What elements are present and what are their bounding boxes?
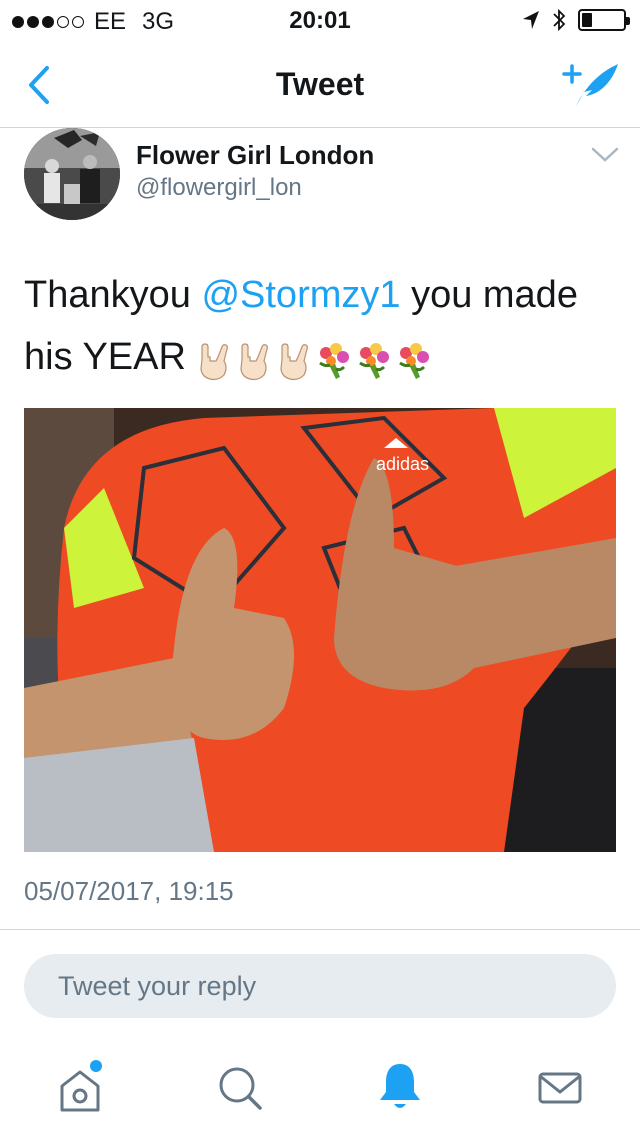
tab-bar <box>0 1040 640 1136</box>
page-title: Tweet <box>275 66 365 102</box>
search-icon[interactable] <box>210 1058 270 1118</box>
rock-on-hand-emoji <box>280 343 309 381</box>
avatar[interactable] <box>24 128 120 220</box>
notification-dot <box>90 1060 102 1072</box>
rock-on-hand-emoji <box>200 343 229 381</box>
mention-link[interactable]: @Stormzy1 <box>201 274 400 316</box>
author-name[interactable]: Flower Girl London <box>136 140 374 171</box>
bell-icon[interactable] <box>370 1058 430 1118</box>
location-arrow-icon <box>523 11 539 29</box>
home-icon[interactable] <box>50 1058 110 1118</box>
bouquet-emoji <box>319 342 350 379</box>
emoji-group <box>196 328 436 390</box>
status-bar: EE 3G 20:01 <box>0 0 640 40</box>
status-right <box>522 8 630 32</box>
chevron-down-icon[interactable] <box>590 144 620 166</box>
battery-level <box>582 13 592 27</box>
photo-boy-thumbs-up: adidas <box>24 408 616 852</box>
tweet-photo[interactable]: adidas <box>24 408 616 852</box>
envelope-icon[interactable] <box>530 1058 590 1118</box>
svg-text:adidas: adidas <box>376 454 429 474</box>
reply-placeholder: Tweet your reply <box>58 970 257 1001</box>
bouquet-emoji <box>359 342 390 379</box>
reply-input[interactable]: Tweet your reply <box>24 954 616 1018</box>
compose-tweet-icon[interactable] <box>562 60 620 110</box>
tweet-text-start: Thankyou <box>24 274 202 316</box>
tweet-text: Thankyou @Stormzy1 you made his YEAR <box>24 264 624 390</box>
divider <box>0 929 640 930</box>
tweet-timestamp: 05/07/2017, 19:15 <box>24 876 234 906</box>
avatar-photo <box>24 128 120 220</box>
author-handle[interactable]: @flowergirl_lon <box>136 174 302 202</box>
battery-icon <box>578 9 630 31</box>
navigation-bar: Tweet <box>0 40 640 128</box>
bouquet-emoji <box>399 342 430 379</box>
bluetooth-icon <box>553 8 566 32</box>
rock-on-hand-emoji <box>240 343 269 381</box>
